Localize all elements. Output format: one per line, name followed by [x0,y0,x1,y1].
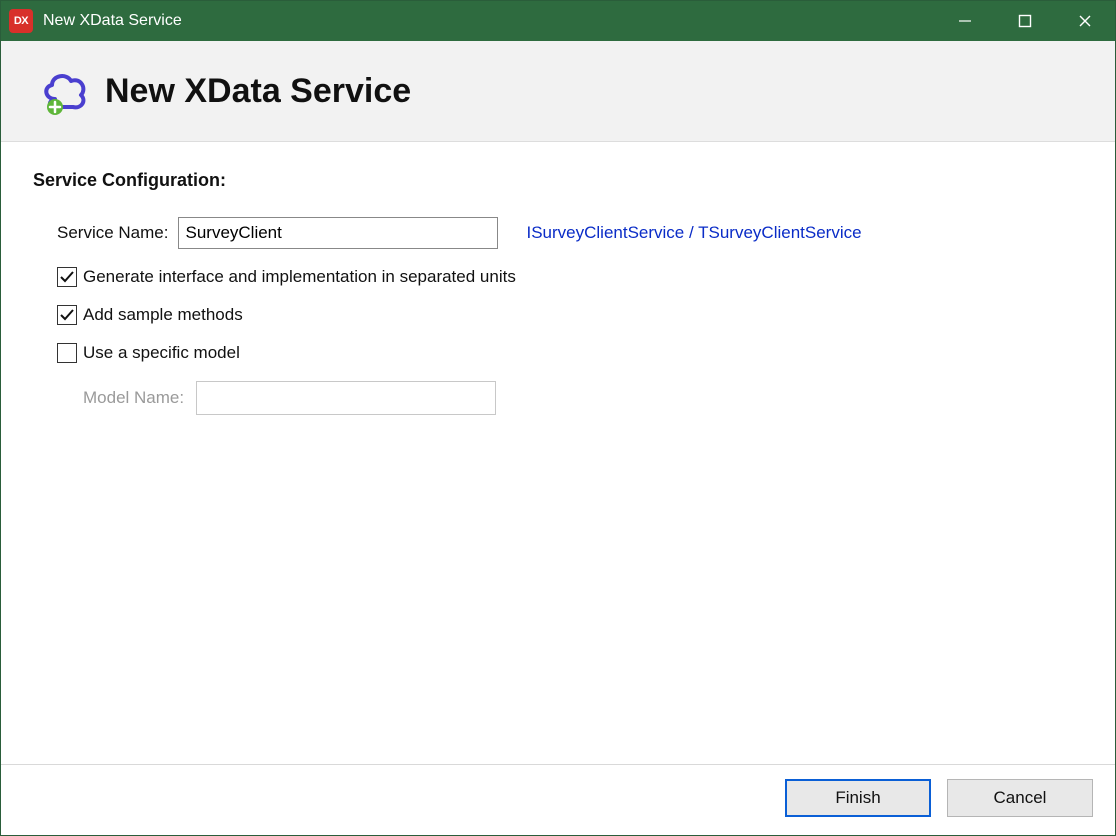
specific-model-label: Use a specific model [83,343,240,363]
app-icon-text: DX [14,15,28,27]
checkbox-row-specific-model: Use a specific model [57,343,1083,363]
window-controls [935,1,1115,41]
service-name-row: Service Name: ISurveyClientService / TSu… [57,217,1083,249]
model-name-row: Model Name: [83,381,1083,415]
checkbox-row-separated-units: Generate interface and implementation in… [57,267,1083,287]
checkbox-row-sample-methods: Add sample methods [57,305,1083,325]
app-icon: DX [9,9,33,33]
sample-methods-label: Add sample methods [83,305,243,325]
wizard-window: DX New XData Service New XData Service [0,0,1116,836]
close-icon [1078,14,1092,28]
wizard-footer: Finish Cancel [1,764,1115,835]
wizard-header: New XData Service [1,41,1115,142]
close-button[interactable] [1055,1,1115,41]
service-name-label: Service Name: [57,223,168,243]
service-name-input[interactable] [178,217,498,249]
service-name-hint: ISurveyClientService / TSurveyClientServ… [526,223,861,243]
sample-methods-checkbox[interactable] [57,305,77,325]
minimize-button[interactable] [935,1,995,41]
section-heading: Service Configuration: [33,170,1083,191]
maximize-button[interactable] [995,1,1055,41]
maximize-icon [1018,14,1032,28]
finish-button[interactable]: Finish [785,779,931,817]
minimize-icon [958,14,972,28]
model-name-input [196,381,496,415]
separated-units-label: Generate interface and implementation in… [83,267,516,287]
form-block: Service Name: ISurveyClientService / TSu… [33,217,1083,415]
cloud-service-icon [37,65,89,117]
checkmark-icon [59,307,75,323]
cancel-button[interactable]: Cancel [947,779,1093,817]
title-bar: DX New XData Service [1,1,1115,41]
specific-model-checkbox[interactable] [57,343,77,363]
window-title: New XData Service [43,12,182,30]
model-name-label: Model Name: [83,388,184,408]
wizard-content: Service Configuration: Service Name: ISu… [1,142,1115,764]
wizard-title: New XData Service [105,72,411,111]
checkmark-icon [59,269,75,285]
separated-units-checkbox[interactable] [57,267,77,287]
